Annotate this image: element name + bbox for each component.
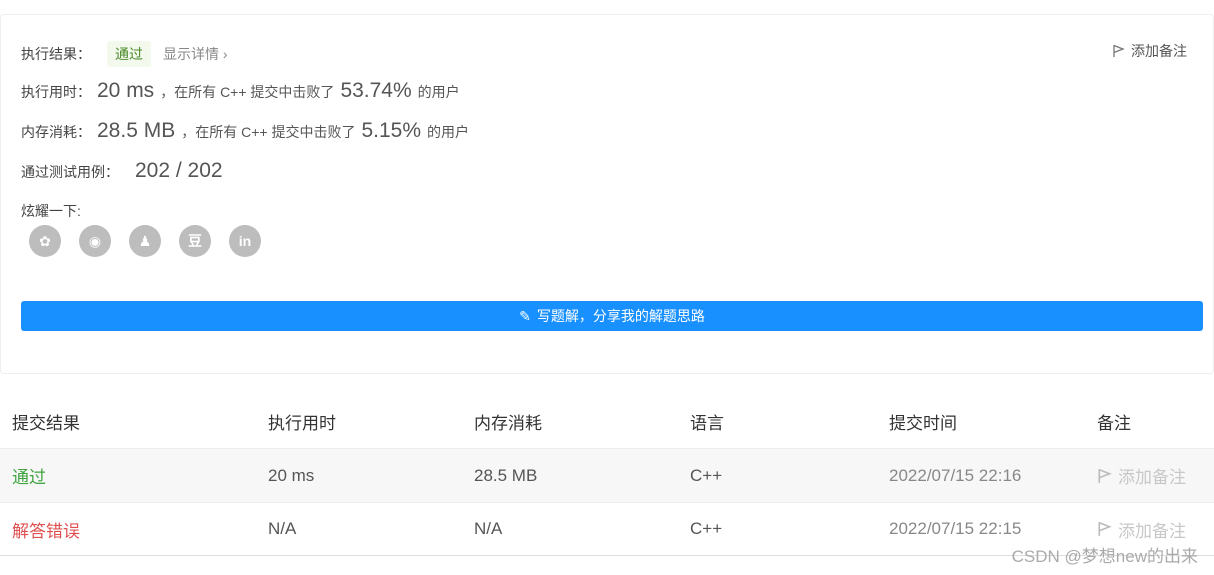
runtime-label: 执行用时： — [21, 84, 91, 100]
weibo-icon[interactable]: ◉ — [79, 225, 111, 257]
memory-middle-text: ，在所有 C++ 提交中击败了 — [181, 124, 356, 140]
write-solution-label: 写题解，分享我的解题思路 — [536, 308, 705, 324]
header-memory: 内存消耗 — [474, 413, 542, 433]
header-language: 语言 — [690, 413, 724, 433]
show-details-link[interactable]: 显示详情 › — [163, 44, 228, 64]
row-status-link[interactable]: 通过 — [0, 463, 256, 488]
row-submit-time: 2022/07/15 22:15 — [889, 519, 1022, 538]
flag-icon — [1098, 468, 1112, 483]
memory-row: 内存消耗： 28.5 MB ，在所有 C++ 提交中击败了 5.15% 的用户 — [21, 119, 469, 143]
flag-icon — [1098, 521, 1112, 536]
row-memory: N/A — [474, 519, 503, 538]
qq-icon[interactable]: ♟ — [129, 225, 161, 257]
testcases-label: 通过测试用例： — [21, 164, 119, 180]
status-row: 执行结果： 通过 显示详情 › — [21, 41, 228, 67]
memory-label: 内存消耗： — [21, 124, 91, 140]
table-row[interactable]: 通过 20 ms 28.5 MB C++ 2022/07/15 22:16 添加… — [0, 448, 1214, 502]
runtime-value: 20 ms — [97, 79, 155, 102]
row-language: C++ — [690, 519, 723, 538]
status-label: 执行结果： — [21, 46, 91, 62]
add-note-label: 添加备注 — [1131, 43, 1187, 59]
row-add-note-button[interactable]: 添加备注 — [1097, 463, 1214, 488]
row-note-label: 添加备注 — [1118, 521, 1186, 541]
pencil-icon: ✎ — [519, 307, 531, 324]
share-icons: ✿ ◉ ♟ 豆 in — [29, 225, 261, 257]
memory-value: 28.5 MB — [97, 119, 176, 142]
wechat-icon[interactable]: ✿ — [29, 225, 61, 257]
memory-percent: 5.15% — [361, 119, 422, 142]
share-label: 炫耀一下: — [21, 203, 81, 219]
row-add-note-button[interactable]: 添加备注 — [1097, 517, 1214, 542]
row-language: C++ — [690, 465, 723, 485]
douban-icon[interactable]: 豆 — [179, 225, 211, 257]
row-memory: 28.5 MB — [474, 465, 538, 485]
testcases-value: 202 / 202 — [135, 159, 223, 182]
submission-result-card: 执行结果： 通过 显示详情 › 添加备注 执行用时： 20 ms ，在所有 C+… — [0, 14, 1214, 374]
write-solution-button[interactable]: ✎ 写题解，分享我的解题思路 — [21, 301, 1203, 331]
row-runtime: N/A — [268, 519, 297, 538]
header-runtime: 执行用时 — [268, 413, 336, 433]
share-row: 炫耀一下: — [21, 201, 81, 221]
row-runtime: 20 ms — [268, 465, 315, 485]
memory-suffix: 的用户 — [427, 124, 470, 140]
runtime-percent: 53.74% — [340, 79, 412, 102]
testcases-row: 通过测试用例： 202 / 202 — [21, 159, 229, 183]
add-note-button[interactable]: 添加备注 — [1112, 41, 1187, 61]
watermark: CSDN @梦想new的出来 — [1011, 547, 1198, 566]
header-note: 备注 — [1097, 413, 1131, 433]
linkedin-icon[interactable]: in — [229, 225, 261, 257]
submissions-table: 提交结果 执行用时 内存消耗 语言 提交时间 备注 通过 20 ms 28.5 … — [0, 394, 1214, 556]
row-status-link[interactable]: 解答错误 — [0, 517, 256, 542]
row-submit-time: 2022/07/15 22:16 — [889, 465, 1022, 485]
runtime-row: 执行用时： 20 ms ，在所有 C++ 提交中击败了 53.74% 的用户 — [21, 79, 460, 103]
header-submit-time: 提交时间 — [889, 413, 957, 433]
table-header: 提交结果 执行用时 内存消耗 语言 提交时间 备注 — [0, 394, 1214, 448]
row-note-label: 添加备注 — [1118, 468, 1186, 487]
status-badge: 通过 — [107, 41, 151, 67]
runtime-middle-text: ，在所有 C++ 提交中击败了 — [160, 84, 335, 100]
header-status: 提交结果 — [12, 413, 80, 433]
runtime-suffix: 的用户 — [417, 84, 460, 100]
flag-icon — [1113, 44, 1125, 57]
